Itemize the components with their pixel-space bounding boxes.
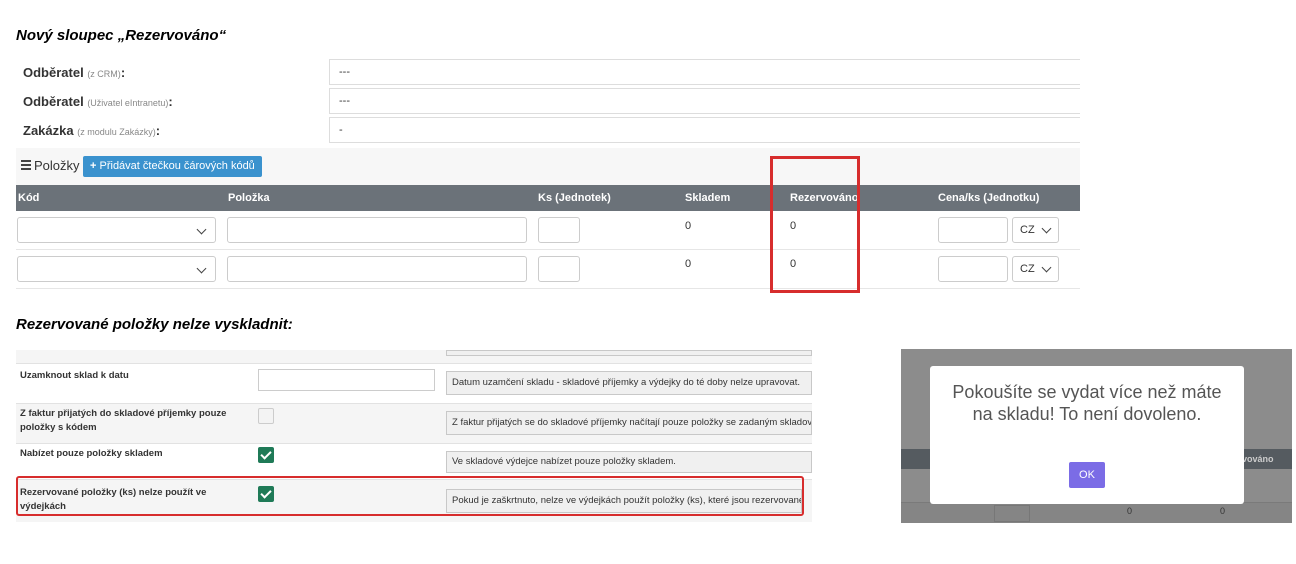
form-label-order: Zakázka (z modulu Zakázky): <box>23 123 161 138</box>
heading-new-column: Nový sloupec „Rezervováno“ <box>16 27 227 44</box>
item-input[interactable] <box>227 217 527 243</box>
reserved-column-highlight <box>770 156 860 293</box>
background-value: 0 <box>1127 506 1133 516</box>
setting-label-lock-date: Uzamknout sklad k datu <box>20 370 129 381</box>
background-row <box>901 502 1292 523</box>
heading-reserved-rule: Rezervované položky nelze vyskladnit: <box>16 316 293 333</box>
lock-date-input[interactable] <box>258 369 435 391</box>
setting-desc-clipped <box>446 350 812 356</box>
qty-input[interactable] <box>538 256 580 282</box>
plus-icon: + <box>90 160 97 172</box>
col-header-item: Položka <box>228 192 270 204</box>
alert-dialog: Pokoušíte se vydat více než máte na skla… <box>930 366 1244 504</box>
col-header-stock: Skladem <box>685 192 731 204</box>
qty-input[interactable] <box>538 217 580 243</box>
chevron-down-icon <box>1041 223 1052 234</box>
customer-intranet-field[interactable]: --- <box>329 88 1080 114</box>
menu-icon <box>21 160 31 170</box>
chevron-down-icon <box>196 224 207 235</box>
stock-value: 0 <box>685 220 692 232</box>
currency-select[interactable]: CZ <box>1012 256 1059 282</box>
order-field[interactable]: - <box>329 117 1080 143</box>
ok-button[interactable]: OK <box>1069 462 1105 488</box>
setting-desc: Ve skladové výdejce nabízet pouze položk… <box>446 451 812 473</box>
price-input[interactable] <box>938 217 1008 243</box>
col-header-qty: Ks (Jednotek) <box>538 192 611 204</box>
customer-crm-field[interactable]: --- <box>329 59 1080 85</box>
barcode-reader-button[interactable]: + Přidávat čtečkou čárových kódů <box>83 156 262 177</box>
setting-label-invoice-code: Z faktur přijatých do skladové příjemky … <box>20 408 227 433</box>
stock-value: 0 <box>685 258 692 270</box>
code-select[interactable] <box>17 256 216 282</box>
price-input[interactable] <box>938 256 1008 282</box>
background-header-text: vováno <box>1242 454 1274 464</box>
col-header-price: Cena/ks (Jednotku) <box>938 192 1040 204</box>
setting-desc: Z faktur přijatých se do skladové příjem… <box>446 411 812 435</box>
background-field <box>994 505 1030 522</box>
currency-select[interactable]: CZ <box>1012 217 1059 243</box>
form-label-customer-crm: Odběratel (z CRM): <box>23 65 126 80</box>
reserved-setting-highlight <box>16 476 804 516</box>
item-input[interactable] <box>227 256 527 282</box>
chevron-down-icon <box>196 263 207 274</box>
col-header-code: Kód <box>18 192 40 204</box>
setting-desc: Datum uzamčení skladu - skladové příjemk… <box>446 371 812 395</box>
alert-message: Pokoušíte se vydat více než máte na skla… <box>952 382 1222 424</box>
background-value: 0 <box>1220 506 1226 516</box>
setting-label-stock-only: Nabízet pouze položky skladem <box>20 448 163 459</box>
chevron-down-icon <box>1041 262 1052 273</box>
items-section-label: Položky <box>34 158 80 173</box>
stock-only-checkbox[interactable] <box>258 447 274 463</box>
code-select[interactable] <box>17 217 216 243</box>
form-label-customer-intranet: Odběratel (Uživatel eIntranetu): <box>23 94 173 109</box>
invoice-code-checkbox[interactable] <box>258 408 274 424</box>
